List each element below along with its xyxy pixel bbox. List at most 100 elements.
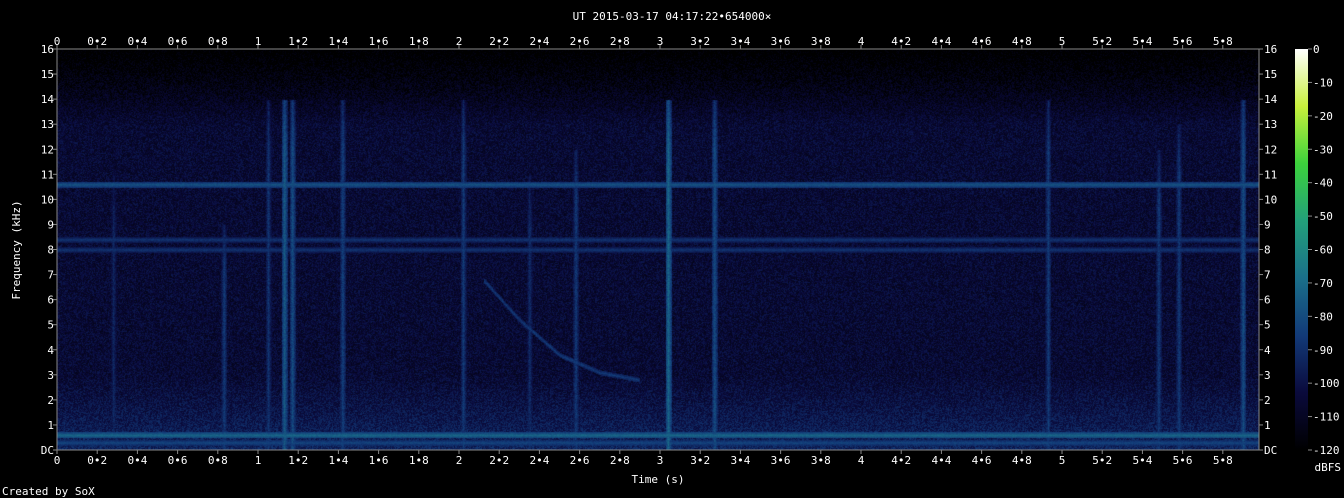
x-tick-label: 3•8 — [811, 454, 831, 467]
y-tick-label: 16 — [41, 43, 54, 56]
x-tick-label: 5•6 — [1173, 35, 1193, 48]
y-tick-label: DC — [41, 444, 54, 457]
created-by-label: Created by SoX — [2, 485, 95, 498]
y-tick-label: 5 — [47, 319, 54, 332]
y-tick-label: 14 — [41, 93, 55, 106]
x-tick-label: 2 — [456, 454, 463, 467]
x-tick-label: 0•8 — [208, 454, 228, 467]
colorbar-tick-label: -90 — [1313, 344, 1333, 357]
x-tick-label: 4•2 — [891, 35, 911, 48]
x-tick-label: 1•2 — [288, 454, 308, 467]
x-tick-label: 3•6 — [771, 454, 791, 467]
x-tick-label: 5•8 — [1213, 454, 1233, 467]
colorbar-tick-label: -20 — [1313, 110, 1333, 123]
x-tick-label: 4•6 — [972, 454, 992, 467]
colorbar-label: dBFS — [1315, 461, 1342, 474]
y-tick-label: 2 — [47, 394, 54, 407]
colorbar-tick-label: -50 — [1313, 210, 1333, 223]
x-tick-label: 5•4 — [1132, 454, 1152, 467]
x-tick-label: 2•2 — [489, 35, 509, 48]
colorbar-tick-label: -10 — [1313, 76, 1333, 89]
x-tick-label: 3•6 — [771, 35, 791, 48]
x-tick-label: 5•8 — [1213, 35, 1233, 48]
x-tick-label: 3•2 — [690, 454, 710, 467]
colorbar-tick-labels: 0 -10 -20 -30 -40 -50 -60 -70 -80 -90 -100 -110 -120 — [1308, 43, 1340, 457]
y-tick-label: 7 — [47, 269, 54, 282]
x-tick-label: 0 — [54, 35, 61, 48]
x-tick-label: 4 — [858, 454, 865, 467]
x-tick-label: 4•8 — [1012, 35, 1032, 48]
x-tick-label: 5•2 — [1092, 454, 1112, 467]
x-tick-label: 0•6 — [168, 35, 188, 48]
colorbar-tick-label: -120 — [1313, 444, 1340, 457]
y-tick-label: 10 — [1264, 193, 1277, 206]
y-tick-label: 4 — [1264, 344, 1271, 357]
y-tick-label: 11 — [1264, 168, 1277, 181]
y-tick-label: 12 — [41, 143, 54, 156]
y-tick-label: 16 — [1264, 43, 1277, 56]
colorbar-tick-label: -40 — [1313, 177, 1333, 190]
y-tick-label: 1 — [47, 419, 54, 432]
y-tick-labels-left: DC12345678910111213141516 — [41, 43, 57, 457]
y-tick-label: 13 — [1264, 118, 1277, 131]
x-tick-label: 2•6 — [570, 35, 590, 48]
y-tick-label: 2 — [1264, 394, 1271, 407]
x-tick-label: 0 — [54, 454, 61, 467]
y-tick-label: 13 — [41, 118, 54, 131]
y-tick-label: 5 — [1264, 319, 1271, 332]
y-tick-label: 12 — [1264, 143, 1277, 156]
y-tick-label: 8 — [47, 244, 54, 257]
x-tick-label: 2 — [456, 35, 463, 48]
x-tick-label: 0•2 — [87, 454, 107, 467]
y-tick-label: 10 — [41, 193, 54, 206]
x-tick-label: 5 — [1059, 454, 1066, 467]
x-tick-label: 0•2 — [87, 35, 107, 48]
x-tick-label: 3•2 — [690, 35, 710, 48]
x-tick-label: 4•4 — [931, 35, 951, 48]
y-tick-label: 11 — [41, 168, 54, 181]
y-tick-label: 9 — [47, 218, 54, 231]
x-tick-label: 3•4 — [730, 454, 750, 467]
x-tick-label: 0•6 — [168, 454, 188, 467]
x-tick-label: 4•2 — [891, 454, 911, 467]
x-tick-label: 5 — [1059, 35, 1066, 48]
x-tick-label: 2•4 — [529, 35, 549, 48]
x-tick-label: 1•4 — [328, 35, 348, 48]
x-tick-label: 4•4 — [931, 454, 951, 467]
y-tick-label: 6 — [1264, 294, 1271, 307]
x-tick-label: 3 — [657, 35, 664, 48]
x-tick-label: 4•6 — [972, 35, 992, 48]
spectrogram-heatmap — [57, 49, 1259, 450]
x-tick-label: 1 — [255, 35, 262, 48]
y-tick-label: 15 — [1264, 68, 1277, 81]
x-tick-label: 1•8 — [409, 454, 429, 467]
x-tick-label: 4•8 — [1012, 454, 1032, 467]
x-tick-label: 5•4 — [1132, 35, 1152, 48]
x-tick-label: 1 — [255, 454, 262, 467]
x-tick-label: 5•6 — [1173, 454, 1193, 467]
y-tick-label: 15 — [41, 68, 54, 81]
y-tick-label: 7 — [1264, 269, 1271, 282]
y-tick-label: 4 — [47, 344, 54, 357]
spectrogram-chart: UT 2015-03-17 04:17:22•654000× 0 0•2 0•4 0•… — [2, 10, 1342, 498]
x-tick-label: 2•6 — [570, 454, 590, 467]
y-axis-label: Frequency (kHz) — [10, 200, 23, 299]
x-tick-label: 2•8 — [610, 454, 630, 467]
x-tick-label: 2•8 — [610, 35, 630, 48]
y-tick-label: 3 — [47, 369, 54, 382]
y-tick-label: 14 — [1264, 93, 1278, 106]
colorbar-tick-label: -60 — [1313, 244, 1333, 257]
x-tick-labels-top: 0 0•2 0•4 0•6 0•8 1 1•2 1•4 1•6 1•8 2 2•2 2•4 2•6 2•8 3… — [54, 35, 1233, 49]
x-tick-labels-bottom: 0 0•2 0•4 0•6 0•8 1 1•2 1•4 1•6 1•8 2 2•2 2•4 2•6 2•8 3… — [54, 450, 1233, 467]
colorbar-tick-label: 0 — [1313, 43, 1320, 56]
colorbar-tick-label: -110 — [1313, 411, 1340, 424]
y-tick-label: 3 — [1264, 369, 1271, 382]
x-tick-label: 4 — [858, 35, 865, 48]
x-tick-label: 2•2 — [489, 454, 509, 467]
y-tick-label: DC — [1264, 444, 1277, 457]
x-tick-label: 1•6 — [369, 454, 389, 467]
colorbar — [1295, 49, 1308, 450]
x-tick-label: 3 — [657, 454, 664, 467]
chart-title: UT 2015-03-17 04:17:22•654000× — [573, 10, 772, 23]
colorbar-tick-label: -30 — [1313, 143, 1333, 156]
